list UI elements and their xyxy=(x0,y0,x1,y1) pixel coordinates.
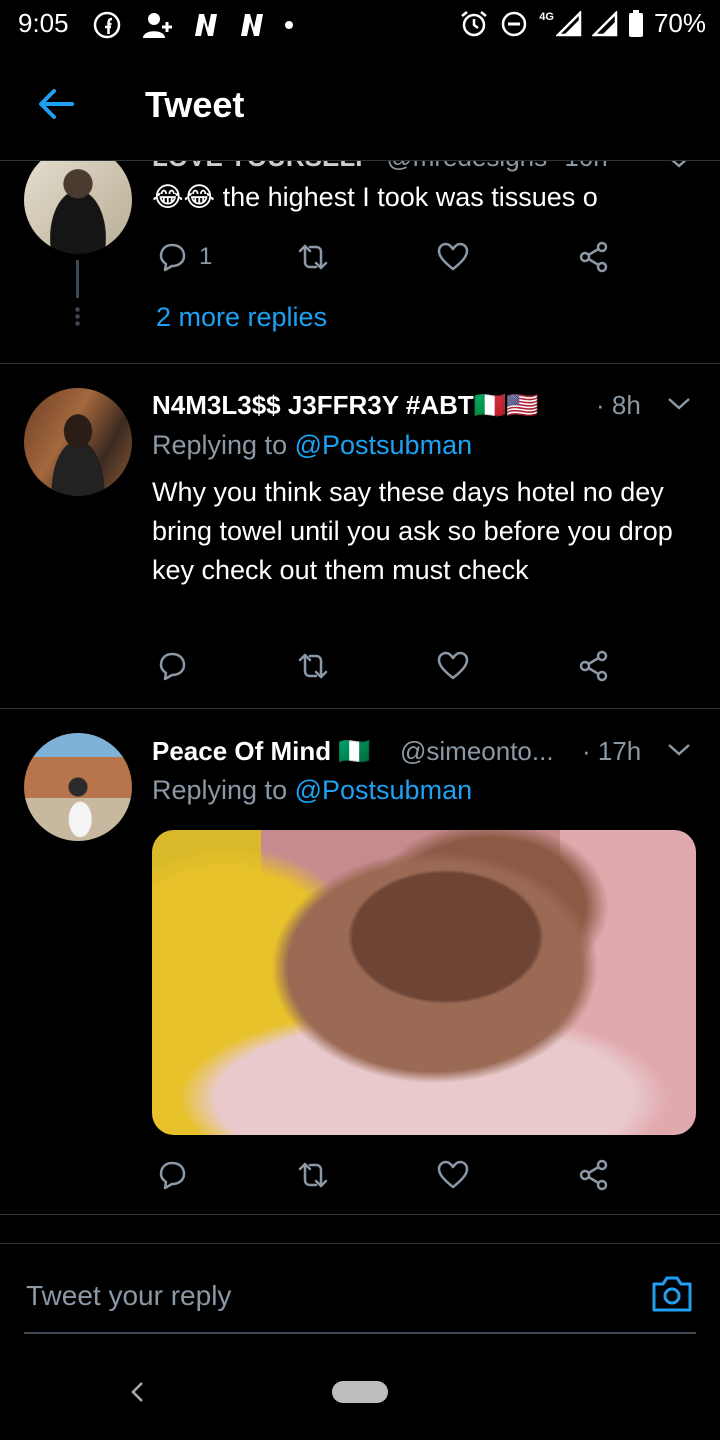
retweet-icon xyxy=(298,653,328,679)
status-system-icons: 4G 70% xyxy=(459,8,706,39)
tweet-handle: @simeonto... xyxy=(400,736,554,766)
nav-back-icon[interactable] xyxy=(128,1380,148,1404)
facebook-icon xyxy=(93,11,121,39)
chevron-down-icon[interactable] xyxy=(666,396,692,412)
avatar[interactable] xyxy=(24,733,132,841)
dnd-icon xyxy=(502,11,527,36)
mention-link[interactable]: @Postsubman xyxy=(295,430,473,460)
reply-button[interactable] xyxy=(155,1158,189,1192)
status-notification-icons xyxy=(92,10,294,40)
like-button[interactable] xyxy=(436,1158,470,1192)
mention-link[interactable]: @Postsubman xyxy=(295,775,473,805)
top-header: Tweet xyxy=(0,50,720,161)
share-icon xyxy=(579,650,608,682)
status-bar: 9:05 4G 70% xyxy=(0,0,720,50)
tweet-2[interactable]: N4M3L3$$ J3FFR3Y #ABT🇮🇹🇺🇸 · 8h Replying … xyxy=(0,364,720,708)
share-button[interactable] xyxy=(577,649,611,683)
heart-icon xyxy=(437,1160,469,1189)
heart-icon xyxy=(437,651,469,680)
retweet-icon xyxy=(298,1162,328,1188)
reply-input[interactable]: Tweet your reply xyxy=(26,1280,231,1312)
battery-icon xyxy=(628,9,643,37)
n-icon xyxy=(195,14,217,36)
add-person-icon xyxy=(143,13,172,38)
tweet-time: · 8h xyxy=(596,390,641,420)
alarm-icon xyxy=(461,10,488,36)
tweet-author-name[interactable]: N4M3L3$$ J3FFR3Y #ABT🇮🇹🇺🇸 xyxy=(152,390,539,421)
reply-input-underline xyxy=(24,1332,696,1334)
back-arrow-icon[interactable] xyxy=(36,84,76,124)
share-icon xyxy=(579,241,608,273)
thread-line xyxy=(76,260,79,298)
tweet-1[interactable]: LOVE YOURSELF @mredesigns 10h 😂😂 the hig… xyxy=(0,160,720,363)
reply-composer: Tweet your reply xyxy=(0,1243,720,1354)
replying-to: Replying to @Postsubman xyxy=(152,775,473,805)
battery-percent: 70% xyxy=(653,8,706,38)
avatar[interactable] xyxy=(24,160,132,254)
retweet-button[interactable] xyxy=(296,649,330,683)
chevron-down-icon[interactable] xyxy=(666,160,692,170)
thread-dots xyxy=(75,306,80,326)
chevron-down-icon[interactable] xyxy=(666,742,692,758)
nav-home-pill[interactable] xyxy=(332,1381,388,1403)
share-button[interactable] xyxy=(577,1158,611,1192)
tweet-author-name: LOVE YOURSELF @mredesigns 10h xyxy=(152,160,608,173)
tweet-text: 😂😂 the highest I took was tissues o xyxy=(152,182,598,212)
tweet-time: · 17h xyxy=(582,736,642,766)
reply-button[interactable] xyxy=(155,649,189,683)
replying-to: Replying to @Postsubman xyxy=(152,430,473,460)
network-type: 4G xyxy=(539,10,554,23)
signal-icon xyxy=(555,10,582,36)
reply-button[interactable]: 1 xyxy=(155,240,212,274)
reply-icon xyxy=(159,1161,186,1190)
camera-icon[interactable] xyxy=(650,1274,694,1314)
like-button[interactable] xyxy=(436,649,470,683)
share-icon xyxy=(579,1159,608,1191)
tweet-author-name[interactable]: Peace Of Mind 🇳🇬 xyxy=(152,736,371,767)
dot-icon xyxy=(285,21,293,29)
share-button[interactable] xyxy=(577,240,611,274)
divider xyxy=(0,1214,720,1215)
system-nav-bar xyxy=(0,1353,720,1440)
tweet-text: Why you think say these days hotel no de… xyxy=(152,477,673,585)
retweet-button[interactable] xyxy=(296,1158,330,1192)
reply-count: 1 xyxy=(199,243,213,270)
like-button[interactable] xyxy=(436,240,470,274)
signal-icon xyxy=(591,10,618,36)
retweet-button[interactable] xyxy=(296,240,330,274)
more-replies-link[interactable]: 2 more replies xyxy=(156,302,327,333)
retweet-icon xyxy=(298,244,328,270)
status-time: 9:05 xyxy=(18,8,69,38)
heart-icon xyxy=(437,242,469,271)
reply-icon xyxy=(159,243,186,272)
page-title: Tweet xyxy=(145,84,245,125)
reply-icon xyxy=(159,652,186,681)
n-icon xyxy=(241,14,263,36)
avatar[interactable] xyxy=(24,388,132,496)
tweet-media-image[interactable] xyxy=(152,830,696,1135)
tweet-3[interactable]: Peace Of Mind 🇳🇬 @simeonto... · 17h Repl… xyxy=(0,709,720,1214)
